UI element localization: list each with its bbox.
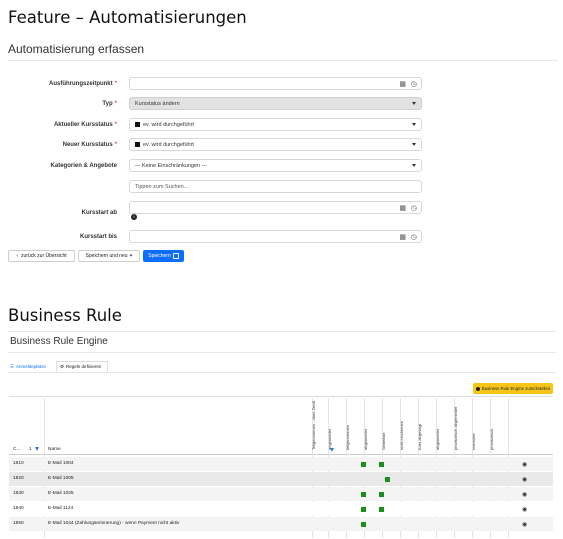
kursstart-bis-input[interactable]: ▦ ◷ bbox=[129, 230, 422, 243]
pause-icon bbox=[475, 386, 480, 391]
save-icon bbox=[172, 253, 179, 259]
typ-select[interactable]: Kursstatus ändern bbox=[129, 97, 422, 110]
back-button[interactable]: ‹ zurück zur Übersicht bbox=[8, 250, 75, 262]
form-divider bbox=[8, 60, 558, 61]
label-typ: Typ * bbox=[102, 101, 117, 107]
bre-title: Business Rule Engine bbox=[10, 336, 108, 347]
clock-icon[interactable]: ◷ bbox=[411, 234, 417, 241]
row-name: E-Mail 1044 (Zahlungserinnerung) - wenn … bbox=[48, 521, 180, 526]
column-header-status: provisorisch abgemeldet bbox=[453, 406, 458, 450]
row-id: 1840 bbox=[13, 506, 24, 511]
column-header-status: angemeldet bbox=[327, 429, 332, 450]
clock-icon[interactable]: ◷ bbox=[411, 81, 417, 88]
business-rule-heading: Business Rule bbox=[8, 306, 122, 325]
eye-icon[interactable]: ◉ bbox=[522, 506, 527, 513]
kategorien-search-input[interactable]: Tippen zum Suchen... bbox=[129, 180, 422, 193]
aktueller-kursstatus-select[interactable]: ev. wird durchgeführt bbox=[129, 118, 422, 131]
column-header-status: Warteliste bbox=[381, 432, 386, 450]
check-marker[interactable] bbox=[379, 462, 384, 467]
label-kategorien-angebote: Kategorien & Angebote bbox=[50, 163, 117, 169]
label-kursstart-bis: Kursstart bis bbox=[79, 234, 117, 240]
label-neuer-kursstatus: Neuer Kursstatus * bbox=[62, 142, 117, 148]
chevron-down-icon bbox=[412, 123, 416, 126]
check-marker[interactable] bbox=[361, 507, 366, 512]
chevron-down-icon bbox=[412, 143, 416, 146]
label-kursstart-ab: Kursstart ab bbox=[81, 210, 117, 216]
eye-icon[interactable]: ◉ bbox=[522, 521, 527, 528]
table-row[interactable]: 1810 E-Mail 1004 ◉ bbox=[9, 457, 553, 471]
kursstart-ab-input[interactable]: ▦ ◷ bbox=[129, 201, 422, 214]
filter-icon[interactable] bbox=[35, 447, 39, 451]
form-title: Automatisierung erfassen bbox=[8, 42, 145, 56]
label-ausfuehrungszeitpunkt: Ausführungszeitpunkt * bbox=[48, 81, 117, 87]
table-row[interactable]: 1830 E-Mail 1025 ◉ bbox=[9, 487, 553, 501]
eye-icon[interactable]: ◉ bbox=[522, 491, 527, 498]
table-row[interactable]: 1850 E-Mail 1044 (Zahlungserinnerung) - … bbox=[9, 517, 553, 531]
row-id: 1830 bbox=[13, 491, 24, 496]
calendar-icon[interactable]: ▦ bbox=[399, 81, 406, 88]
row-id: 1810 bbox=[13, 461, 24, 466]
info-icon[interactable]: i bbox=[131, 214, 137, 220]
calendar-icon[interactable]: ▦ bbox=[399, 234, 406, 241]
row-name: E-Mail 1124 bbox=[48, 506, 74, 511]
column-header-status: Kurs abgesagt bbox=[417, 424, 422, 450]
row-id: 1820 bbox=[13, 476, 24, 481]
check-marker[interactable] bbox=[379, 492, 384, 497]
check-marker[interactable] bbox=[361, 492, 366, 497]
eye-icon[interactable]: ◉ bbox=[522, 476, 527, 483]
ausfuehrungszeitpunkt-input[interactable]: ▦ ◷ bbox=[129, 77, 422, 90]
column-header-status: reserviert bbox=[471, 433, 476, 450]
column-header-status: nicht erschienen bbox=[399, 420, 404, 450]
label-aktueller-kursstatus: Aktueller Kursstatus * bbox=[53, 122, 117, 128]
check-marker[interactable] bbox=[361, 522, 366, 527]
bre-divider bbox=[8, 352, 556, 353]
chevron-left-icon: ‹ bbox=[16, 253, 19, 259]
status-square-icon bbox=[135, 142, 140, 147]
column-header-status: abgemeldet bbox=[363, 429, 368, 450]
check-marker[interactable] bbox=[379, 507, 384, 512]
save-and-new-button[interactable]: Speichern und neu + bbox=[78, 250, 140, 262]
column-header-status: abgemeldet bbox=[435, 429, 440, 450]
eye-icon[interactable]: ◉ bbox=[522, 461, 527, 468]
tab-regeln-definieren[interactable]: ⚙ Regeln definieren bbox=[56, 361, 108, 372]
bre-divider-top bbox=[8, 331, 556, 332]
list-icon: ☰ bbox=[10, 363, 15, 369]
sort-indicator: 1 bbox=[29, 447, 32, 452]
kategorien-select[interactable]: --- Keine Einschränkungen --- bbox=[129, 159, 422, 172]
table-row[interactable]: 1840 E-Mail 1124 ◉ bbox=[9, 502, 553, 516]
clock-icon[interactable]: ◷ bbox=[411, 205, 417, 212]
column-header-name[interactable]: Name bbox=[48, 447, 61, 452]
row-name: E-Mail 1004 bbox=[48, 461, 74, 466]
save-button[interactable]: Speichern bbox=[143, 250, 184, 262]
check-marker[interactable] bbox=[385, 477, 390, 482]
column-header-status: teilgenommen bbox=[345, 424, 350, 450]
rules-icon: ⚙ bbox=[60, 363, 65, 369]
plus-icon: + bbox=[129, 253, 133, 259]
neuer-kursstatus-select[interactable]: ev. wird durchgeführt bbox=[129, 138, 422, 151]
calendar-icon[interactable]: ▦ bbox=[399, 205, 406, 212]
column-header-id[interactable]: C... bbox=[13, 447, 20, 452]
column-header-status: provisorisch bbox=[489, 428, 494, 450]
table-row[interactable]: 1820 E-Mail 1005 ◉ bbox=[9, 472, 553, 486]
deactivate-bre-button[interactable]: Business Rule Engine zurückstellen bbox=[473, 383, 553, 394]
check-marker[interactable] bbox=[361, 462, 366, 467]
row-id: 1850 bbox=[13, 521, 24, 526]
tabs-divider bbox=[8, 372, 556, 373]
status-square-icon bbox=[135, 122, 140, 127]
feature-heading: Feature – Automatisierungen bbox=[8, 8, 247, 27]
row-name: E-Mail 1005 bbox=[48, 476, 74, 481]
row-name: E-Mail 1025 bbox=[48, 491, 74, 496]
tab-anmeldeplaetze[interactable]: ☰ Anmeldeplätze bbox=[10, 361, 55, 372]
chevron-down-icon bbox=[412, 164, 416, 167]
chevron-down-icon bbox=[412, 102, 416, 105]
